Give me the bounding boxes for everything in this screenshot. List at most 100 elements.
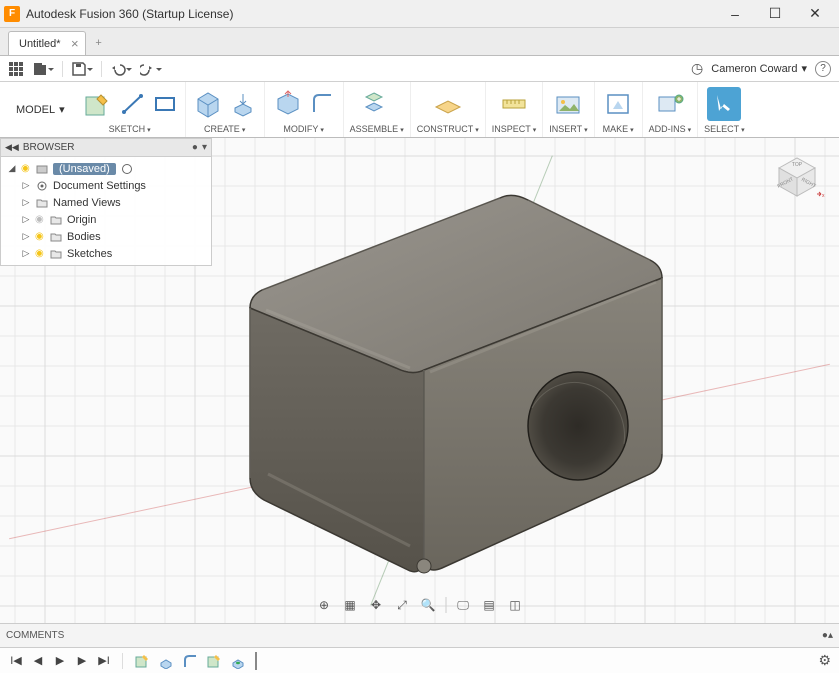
close-button[interactable]: ✕: [795, 0, 835, 28]
svg-text:TOP: TOP: [792, 162, 803, 168]
tab-close-icon[interactable]: ×: [71, 36, 79, 51]
minimize-button[interactable]: –: [715, 0, 755, 28]
create-sketch-icon[interactable]: [81, 87, 115, 121]
browser-title: BROWSER: [23, 142, 75, 153]
plane-icon[interactable]: [431, 87, 465, 121]
visibility-icon[interactable]: ◉: [35, 248, 45, 259]
twisty-icon[interactable]: ◢: [7, 163, 17, 174]
ribbon-group-insert: INSERT▾: [543, 82, 594, 137]
twisty-icon[interactable]: ▷: [21, 197, 31, 208]
twisty-icon[interactable]: ▷: [21, 180, 31, 191]
maximize-button[interactable]: ☐: [755, 0, 795, 28]
save-icon[interactable]: [71, 61, 93, 77]
timeline-feature-fillet[interactable]: [181, 652, 199, 670]
fillet-icon[interactable]: [309, 90, 337, 118]
group-label: CONSTRUCT: [417, 124, 474, 134]
visibility-icon[interactable]: ◉: [21, 163, 31, 174]
viewcube[interactable]: TOP FRONT RIGHT x: [769, 148, 825, 204]
tree-item-sketches[interactable]: ▷ ◉ Sketches: [5, 245, 207, 262]
rectangle-icon[interactable]: [151, 90, 179, 118]
help-icon[interactable]: ?: [815, 61, 831, 77]
redo-icon[interactable]: [140, 61, 162, 77]
timeline-feature-sketch[interactable]: [133, 652, 151, 670]
file-menu-icon[interactable]: [32, 61, 54, 77]
viewport[interactable]: ◀◀ BROWSER ● ▾ ◢ ◉ (Unsaved) ▷ Document …: [0, 138, 839, 623]
caret-icon: ▾: [801, 62, 807, 75]
root-label: (Unsaved): [53, 163, 116, 175]
data-panel-icon[interactable]: [8, 61, 24, 77]
lookat-icon[interactable]: ▦: [339, 595, 361, 615]
tab-label: Untitled*: [19, 38, 61, 50]
measure-icon[interactable]: [497, 87, 531, 121]
tree-item-bodies[interactable]: ▷ ◉ Bodies: [5, 228, 207, 245]
job-status-icon[interactable]: ◷: [691, 60, 703, 77]
undo-icon[interactable]: [110, 61, 132, 77]
component-icon: [35, 163, 49, 175]
ribbon-group-create: CREATE▾: [186, 82, 265, 137]
joint-icon[interactable]: [360, 87, 394, 121]
folder-icon: [49, 231, 63, 243]
folder-icon: [35, 197, 49, 209]
browser-tree: ◢ ◉ (Unsaved) ▷ Document Settings ▷ Name…: [1, 157, 211, 265]
group-label: ADD-INS: [649, 124, 686, 134]
activate-radio-icon[interactable]: [122, 164, 132, 174]
addins-icon[interactable]: [653, 87, 687, 121]
twisty-icon[interactable]: ▷: [21, 248, 31, 259]
item-label: Bodies: [67, 231, 101, 243]
ribbon-group-select: SELECT▾: [698, 82, 751, 137]
item-label: Sketches: [67, 248, 112, 260]
timeline-play-icon[interactable]: ▶: [52, 653, 68, 669]
ribbon-group-inspect: INSPECT▾: [486, 82, 544, 137]
separator: [122, 653, 123, 669]
ribbon-group-modify: MODIFY▾: [265, 82, 344, 137]
press-pull-icon[interactable]: [271, 87, 305, 121]
visibility-icon[interactable]: ◉: [35, 214, 45, 225]
timeline-next-icon[interactable]: ▶: [74, 653, 90, 669]
insert-icon[interactable]: [551, 87, 585, 121]
ribbon-group-addins: ADD-INS▾: [643, 82, 699, 137]
3dprint-icon[interactable]: [601, 87, 635, 121]
box-icon[interactable]: [192, 87, 226, 121]
browser-panel: ◀◀ BROWSER ● ▾ ◢ ◉ (Unsaved) ▷ Document …: [0, 138, 212, 266]
comments-bar[interactable]: COMMENTS ● ▴: [0, 623, 839, 647]
tree-item-document-settings[interactable]: ▷ Document Settings: [5, 177, 207, 194]
tree-item-origin[interactable]: ▷ ◉ Origin: [5, 211, 207, 228]
user-menu[interactable]: Cameron Coward ▾: [711, 62, 807, 75]
zoom-icon[interactable]: ⤢: [391, 595, 413, 615]
display-settings-icon[interactable]: 🖵: [452, 595, 474, 615]
browser-header[interactable]: ◀◀ BROWSER ● ▾: [1, 139, 211, 157]
line-icon[interactable]: [119, 90, 147, 118]
window-title: Autodesk Fusion 360 (Startup License): [26, 7, 715, 21]
select-icon[interactable]: [707, 87, 741, 121]
grid-settings-icon[interactable]: ▤: [478, 595, 500, 615]
collapse-icon[interactable]: ◀◀: [5, 142, 19, 153]
timeline-feature-hole[interactable]: [229, 652, 247, 670]
document-tab[interactable]: Untitled* ×: [8, 31, 86, 55]
timeline-feature-extrude[interactable]: [157, 652, 175, 670]
menu-icon[interactable]: ▾: [202, 142, 207, 153]
model-body[interactable]: [180, 178, 700, 598]
fit-icon[interactable]: 🔍: [417, 595, 439, 615]
expand-icon[interactable]: ▴: [828, 630, 833, 641]
ribbon-group-make: MAKE▾: [595, 82, 643, 137]
twisty-icon[interactable]: ▷: [21, 214, 31, 225]
tree-root[interactable]: ◢ ◉ (Unsaved): [5, 160, 207, 177]
new-tab-button[interactable]: +: [88, 31, 110, 55]
tree-item-named-views[interactable]: ▷ Named Views: [5, 194, 207, 211]
pan-icon[interactable]: ✥: [365, 595, 387, 615]
timeline-prev-icon[interactable]: ◀: [30, 653, 46, 669]
extrude-icon[interactable]: [230, 90, 258, 118]
timeline-start-icon[interactable]: I◀: [8, 653, 24, 669]
twisty-icon[interactable]: ▷: [21, 231, 31, 242]
viewport-layout-icon[interactable]: ◫: [504, 595, 526, 615]
timeline-settings-icon[interactable]: ⚙: [818, 652, 831, 669]
visibility-icon[interactable]: ◉: [35, 231, 45, 242]
timeline-marker[interactable]: [255, 652, 257, 670]
folder-icon: [49, 214, 63, 226]
group-label: SKETCH: [109, 124, 146, 134]
timeline-end-icon[interactable]: ▶I: [96, 653, 112, 669]
workspace-switcher[interactable]: MODEL ▾: [6, 82, 75, 137]
orbit-icon[interactable]: ⊕: [313, 595, 335, 615]
timeline-feature-sketch-2[interactable]: [205, 652, 223, 670]
pin-icon[interactable]: ●: [192, 142, 198, 153]
